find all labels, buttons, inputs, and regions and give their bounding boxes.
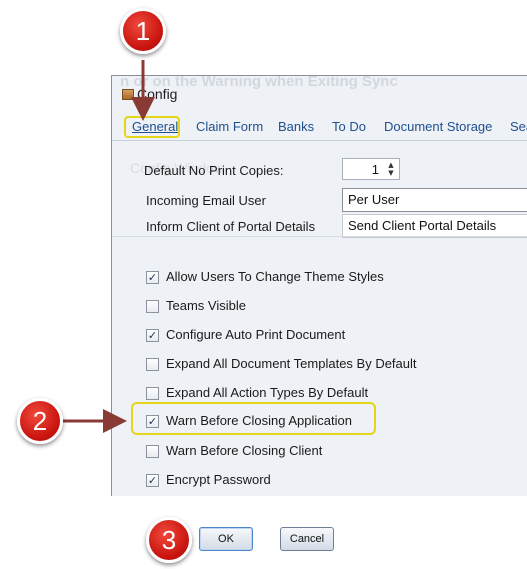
section-divider (112, 236, 527, 237)
checkbox-teams-visible[interactable] (146, 300, 159, 313)
checkbox-label: Warn Before Closing Client (166, 443, 323, 458)
config-window: n or on the Warning when Exiting Sync Co… (111, 75, 527, 496)
checkbox-label: Expand All Action Types By Default (166, 385, 369, 400)
email-user-value: Per User (348, 192, 400, 207)
checkbox-theme-styles[interactable]: ✓ (146, 271, 159, 284)
checkbox-label: Teams Visible (166, 298, 246, 313)
tab-search[interactable]: Sea (510, 119, 527, 134)
screenshot-stage: n or on the Warning when Exiting Sync Co… (0, 0, 527, 569)
window-titlebar: Config (112, 76, 527, 112)
print-copies-value: 1 (371, 162, 379, 177)
ok-button[interactable]: OK (199, 527, 253, 551)
checkbox-label: Encrypt Password (166, 472, 271, 487)
tab-claim-form[interactable]: Claim Form (196, 119, 263, 134)
step-1-badge: 1 (120, 8, 166, 54)
print-copies-label: Default No Print Copies: (144, 163, 284, 178)
portal-details-value: Send Client Portal Details (348, 218, 497, 233)
checkbox-warn-closing-client[interactable] (146, 445, 159, 458)
checkbox-label: Warn Before Closing Application (166, 413, 352, 428)
portal-details-label: Inform Client of Portal Details (146, 219, 316, 234)
checkbox-label: Expand All Document Templates By Default (166, 356, 417, 371)
checkbox-label: Configure Auto Print Document (166, 327, 346, 342)
cancel-button[interactable]: Cancel (280, 527, 334, 551)
tab-document-storage[interactable]: Document Storage (384, 119, 492, 134)
portal-details-select[interactable]: Send Client Portal Details (342, 214, 527, 238)
email-user-label: Incoming Email User (146, 193, 266, 208)
checkbox-auto-print[interactable]: ✓ (146, 329, 159, 342)
app-icon (122, 89, 134, 100)
tab-to-do[interactable]: To Do (332, 119, 366, 134)
step-2-badge: 2 (17, 398, 63, 444)
step-3-badge: 3 (146, 517, 192, 563)
spin-arrows-icon[interactable]: ▲ ▼ (386, 161, 396, 177)
tab-general[interactable]: General (132, 119, 178, 134)
tab-divider (112, 140, 527, 141)
checkbox-label: Allow Users To Change Theme Styles (166, 269, 384, 284)
email-user-select[interactable]: Per User (342, 188, 527, 212)
tab-banks[interactable]: Banks (278, 119, 314, 134)
checkbox-expand-action-types[interactable] (146, 387, 159, 400)
window-title: Config (137, 86, 178, 102)
print-copies-stepper[interactable]: 1 ▲ ▼ (342, 158, 400, 180)
checkbox-warn-closing-app[interactable]: ✓ (146, 415, 159, 428)
checkbox-expand-templates[interactable] (146, 358, 159, 371)
checkbox-encrypt-password[interactable]: ✓ (146, 474, 159, 487)
